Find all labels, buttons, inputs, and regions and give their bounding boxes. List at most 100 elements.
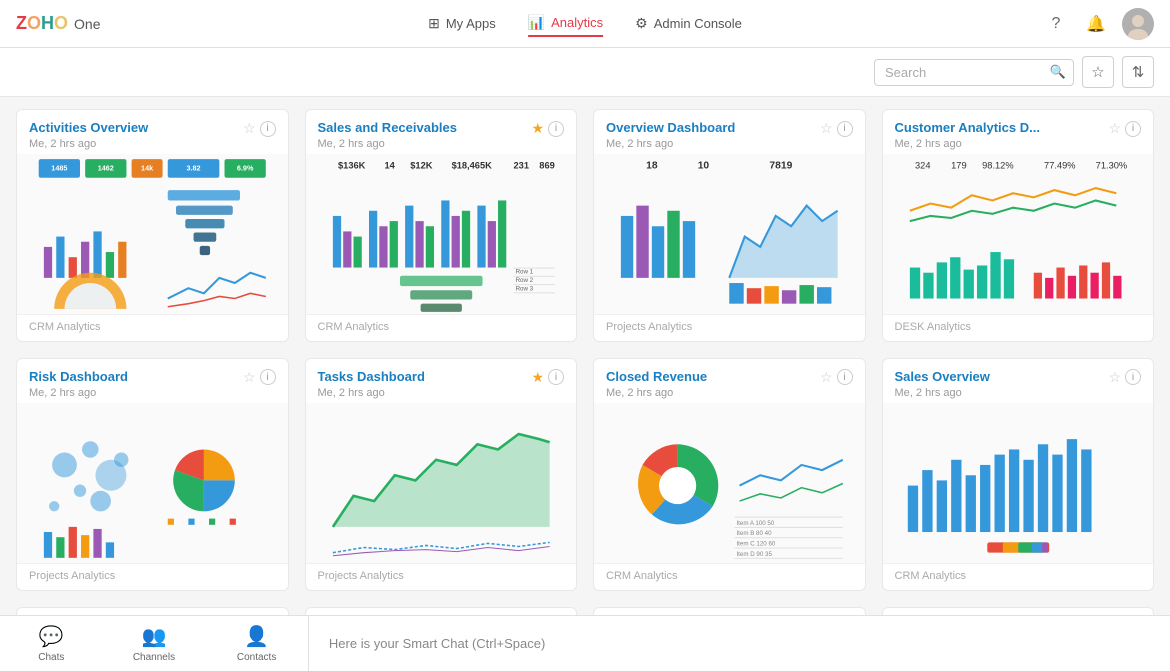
info-icon[interactable]: i: [1125, 121, 1141, 137]
overview-chart: 18 10 7819: [594, 154, 865, 314]
card-footer: Projects Analytics: [306, 563, 577, 590]
notifications-button[interactable]: 🔔: [1082, 10, 1110, 38]
star-icon[interactable]: ☆: [243, 369, 256, 386]
card-customer[interactable]: Customer Analytics D... Me, 2 hrs ago ☆ …: [882, 109, 1155, 342]
contacts-icon: 👤: [244, 624, 269, 649]
info-icon[interactable]: i: [837, 121, 853, 137]
card-pipeline[interactable]: Pipeline History Me, 2 hrs ago ★ i: [16, 607, 289, 615]
card-timetracking[interactable]: Time Tracking Dashb... Me, 2 hrs ago ☆ i…: [882, 607, 1155, 615]
card-financial[interactable]: Financial Health Overview Me, 2 hrs ago …: [305, 607, 578, 615]
bottom-contacts[interactable]: 👤 Contacts: [205, 616, 308, 671]
star-icon[interactable]: ☆: [820, 369, 833, 386]
tab-adminconsole[interactable]: ⚙ Admin Console: [635, 11, 742, 36]
tab-myapps[interactable]: ⊞ My Apps: [428, 11, 496, 36]
analytics-icon: 📊: [528, 14, 545, 31]
card-preview: [883, 403, 1154, 563]
activities-chart: 1485 1462 14k 3.82 6.9%: [17, 154, 288, 314]
card-salesoverview[interactable]: Sales Overview Me, 2 hrs ago ☆ i: [882, 358, 1155, 591]
card-title: Activities Overview: [29, 120, 148, 137]
card-footer: DESK Analytics: [883, 314, 1154, 341]
top-nav: ZOHO One ⊞ My Apps 📊 Analytics ⚙ Admin C…: [0, 0, 1170, 48]
star-icon[interactable]: ★: [531, 369, 544, 386]
svg-text:71.30%: 71.30%: [1095, 160, 1126, 170]
smart-chat-label: Here is your Smart Chat (Ctrl+Space): [329, 636, 545, 651]
star-icon[interactable]: ☆: [243, 120, 256, 137]
svg-text:98.12%: 98.12%: [982, 160, 1013, 170]
card-preview: 1485 1462 14k 3.82 6.9%: [17, 154, 288, 314]
info-icon[interactable]: i: [260, 121, 276, 137]
svg-text:Row 2: Row 2: [515, 277, 533, 284]
star-icon[interactable]: ★: [531, 120, 544, 137]
search-icon: 🔍: [1050, 64, 1066, 80]
avatar[interactable]: [1122, 8, 1154, 40]
star-icon[interactable]: ☆: [1108, 120, 1121, 137]
search-input[interactable]: [874, 59, 1074, 86]
sort-button[interactable]: ⇅: [1122, 56, 1154, 88]
card-preview: [306, 403, 577, 563]
card-title: Closed Revenue: [606, 369, 707, 386]
svg-text:1462: 1462: [98, 163, 114, 172]
bottom-chats[interactable]: 💬 Chats: [0, 616, 103, 671]
help-button[interactable]: ?: [1042, 10, 1070, 38]
myapps-label: My Apps: [446, 16, 496, 31]
channels-icon: 👥: [142, 624, 167, 649]
info-icon[interactable]: i: [548, 369, 564, 385]
sales-chart: $136K 14 $12K $18,465K 231 869: [306, 154, 577, 314]
card-meta: Me, 2 hrs ago: [895, 387, 990, 399]
bottom-channels[interactable]: 👥 Channels: [103, 616, 206, 671]
card-closed[interactable]: Closed Revenue Me, 2 hrs ago ☆ i: [593, 358, 866, 591]
zoho-logo: ZOHO: [16, 13, 68, 34]
info-icon[interactable]: i: [548, 121, 564, 137]
svg-text:Item D 90 35: Item D 90 35: [736, 551, 772, 558]
card-meta: Me, 2 hrs ago: [318, 387, 425, 399]
card-meta: Me, 2 hrs ago: [29, 138, 148, 150]
logo: ZOHO One: [16, 13, 101, 34]
svg-text:Row 3: Row 3: [515, 285, 533, 292]
svg-text:$136K: $136K: [338, 160, 366, 170]
star-icon[interactable]: ☆: [820, 120, 833, 137]
analytics-label: Analytics: [551, 15, 603, 30]
card-tasks[interactable]: Tasks Dashboard Me, 2 hrs ago ★ i: [305, 358, 578, 591]
adminconsole-label: Admin Console: [654, 16, 742, 31]
info-icon[interactable]: i: [837, 369, 853, 385]
svg-text:179: 179: [951, 160, 967, 170]
card-title: Sales and Receivables: [318, 120, 457, 137]
card-activities[interactable]: Activities Overview Me, 2 hrs ago ☆ i 14…: [16, 109, 289, 342]
tab-analytics[interactable]: 📊 Analytics: [528, 10, 603, 37]
card-preview: [17, 403, 288, 563]
svg-text:77.49%: 77.49%: [1044, 160, 1075, 170]
card-footer: CRM Analytics: [306, 314, 577, 341]
card-risk[interactable]: Risk Dashboard Me, 2 hrs ago ☆ i: [16, 358, 289, 591]
customer-chart: 324 179 98.12% 77.49% 71.30%: [883, 154, 1154, 314]
svg-text:10: 10: [698, 160, 710, 171]
card-overview[interactable]: Overview Dashboard Me, 2 hrs ago ☆ i 18 …: [593, 109, 866, 342]
svg-text:$18,465K: $18,465K: [451, 160, 492, 170]
svg-text:18: 18: [646, 160, 658, 171]
bottom-bar: 💬 Chats 👥 Channels 👤 Contacts Here is yo…: [0, 615, 1170, 671]
closed-chart: Item A 100 50 Item B 80 40 Item C 120 60…: [594, 403, 865, 563]
card-preview: Item A 100 50 Item B 80 40 Item C 120 60…: [594, 403, 865, 563]
risk-chart: [17, 403, 288, 563]
myapps-icon: ⊞: [428, 15, 440, 32]
svg-text:Row 1: Row 1: [515, 269, 533, 276]
svg-text:6.9%: 6.9%: [237, 163, 254, 172]
info-icon[interactable]: i: [1125, 369, 1141, 385]
adminconsole-icon: ⚙: [635, 15, 648, 32]
card-sales[interactable]: Sales and Receivables Me, 2 hrs ago ★ i …: [305, 109, 578, 342]
salesoverview-chart: [883, 403, 1154, 563]
channels-label: Channels: [133, 652, 175, 663]
card-footer: Projects Analytics: [17, 563, 288, 590]
smart-chat-bar[interactable]: Here is your Smart Chat (Ctrl+Space): [308, 616, 1170, 671]
info-icon[interactable]: i: [260, 369, 276, 385]
favorites-button[interactable]: ☆: [1082, 56, 1114, 88]
chats-label: Chats: [38, 652, 64, 663]
svg-text:Item C 120 60: Item C 120 60: [736, 540, 775, 547]
search-bar-row: 🔍 ☆ ⇅: [0, 48, 1170, 97]
svg-text:869: 869: [539, 160, 555, 170]
tasks-chart: [306, 403, 577, 563]
svg-text:231: 231: [513, 160, 529, 170]
card-products[interactable]: Products & Inventory Me, 2 hrs ago ☆ i 5…: [593, 607, 866, 615]
svg-text:1485: 1485: [51, 163, 67, 172]
card-meta: Me, 2 hrs ago: [895, 138, 1040, 150]
star-icon[interactable]: ☆: [1108, 369, 1121, 386]
